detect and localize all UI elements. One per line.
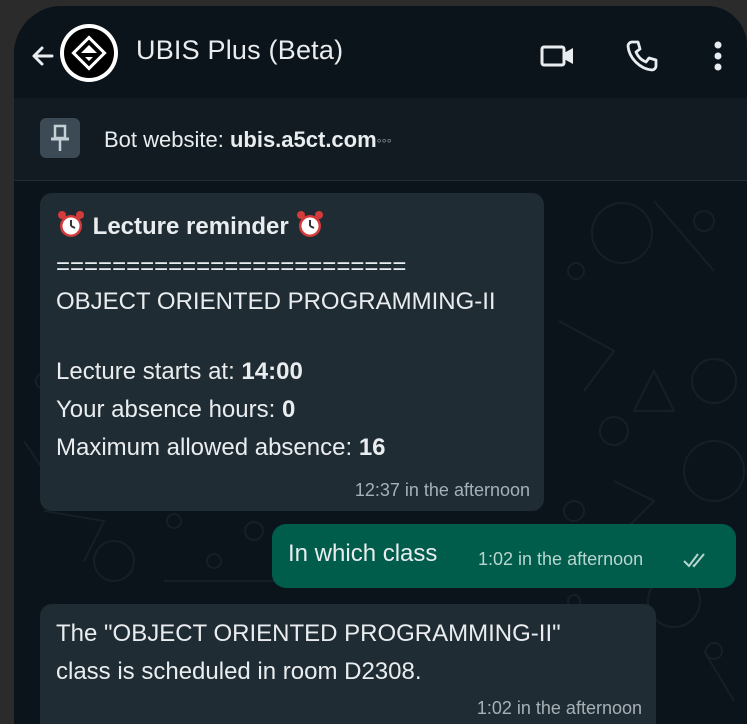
reminder-max-row: Maximum allowed absence: 16 (56, 430, 386, 466)
bot-logo-icon (64, 28, 114, 78)
pinned-message-bar[interactable]: Bot website: ubis.a5ct.com◦◦◦ (14, 98, 747, 181)
pinned-link[interactable]: ubis.a5ct.com (230, 127, 377, 152)
reminder-title: Lecture reminder (92, 213, 289, 240)
message-time: 12:37 in the afternoon (354, 480, 530, 500)
chat-title[interactable]: UBIS Plus (Beta) (136, 35, 343, 66)
double-check-icon (683, 553, 705, 568)
phone-icon[interactable] (622, 36, 662, 76)
message-time: 1:02 in the afternoon (476, 698, 642, 718)
start-value: 14:00 (241, 358, 303, 385)
reminder-separator: ========================= (56, 253, 407, 280)
reminder-title-row: Lecture reminder (56, 209, 325, 245)
chat-window: UBIS Plus (Beta) Bot website: ubis.a5ct.… (14, 6, 747, 724)
outgoing-text: In which class (288, 540, 438, 567)
message-list[interactable]: Lecture reminder =======================… (14, 181, 747, 724)
reply-line-2: class is scheduled in room D2308. (56, 658, 422, 685)
pinned-label: Bot website: (104, 127, 230, 152)
reminder-absence-row: Your absence hours: 0 (56, 392, 295, 428)
message-room-reply[interactable]: The "OBJECT ORIENTED PROGRAMMING-II" cla… (40, 604, 656, 724)
max-label: Maximum allowed absence: (56, 434, 359, 461)
message-time: 1:02 in the afternoon (478, 549, 644, 569)
alarm-clock-icon (297, 211, 324, 237)
back-arrow-icon[interactable] (28, 38, 64, 74)
chat-header: UBIS Plus (Beta) (14, 6, 747, 98)
reply-line-1: The "OBJECT ORIENTED PROGRAMMING-II" (56, 620, 561, 647)
pin-icon (40, 118, 80, 158)
absence-label: Your absence hours: (56, 396, 282, 423)
alarm-clock-icon (58, 211, 84, 237)
pinned-more: ◦◦◦ (376, 132, 392, 148)
start-label: Lecture starts at: (56, 358, 242, 385)
more-vert-icon[interactable] (698, 36, 738, 76)
video-call-icon[interactable] (538, 36, 578, 76)
pinned-text: Bot website: ubis.a5ct.com◦◦◦ (104, 127, 392, 153)
absence-value: 0 (281, 396, 296, 423)
message-outgoing[interactable]: In which class 1:02 in the afternoon (272, 524, 736, 588)
message-lecture-reminder[interactable]: Lecture reminder =======================… (40, 193, 544, 511)
reminder-start-row: Lecture starts at: 14:00 (56, 354, 303, 390)
max-value: 16 (358, 434, 386, 461)
avatar[interactable] (60, 24, 118, 82)
reminder-course: OBJECT ORIENTED PROGRAMMING-II (56, 288, 496, 315)
